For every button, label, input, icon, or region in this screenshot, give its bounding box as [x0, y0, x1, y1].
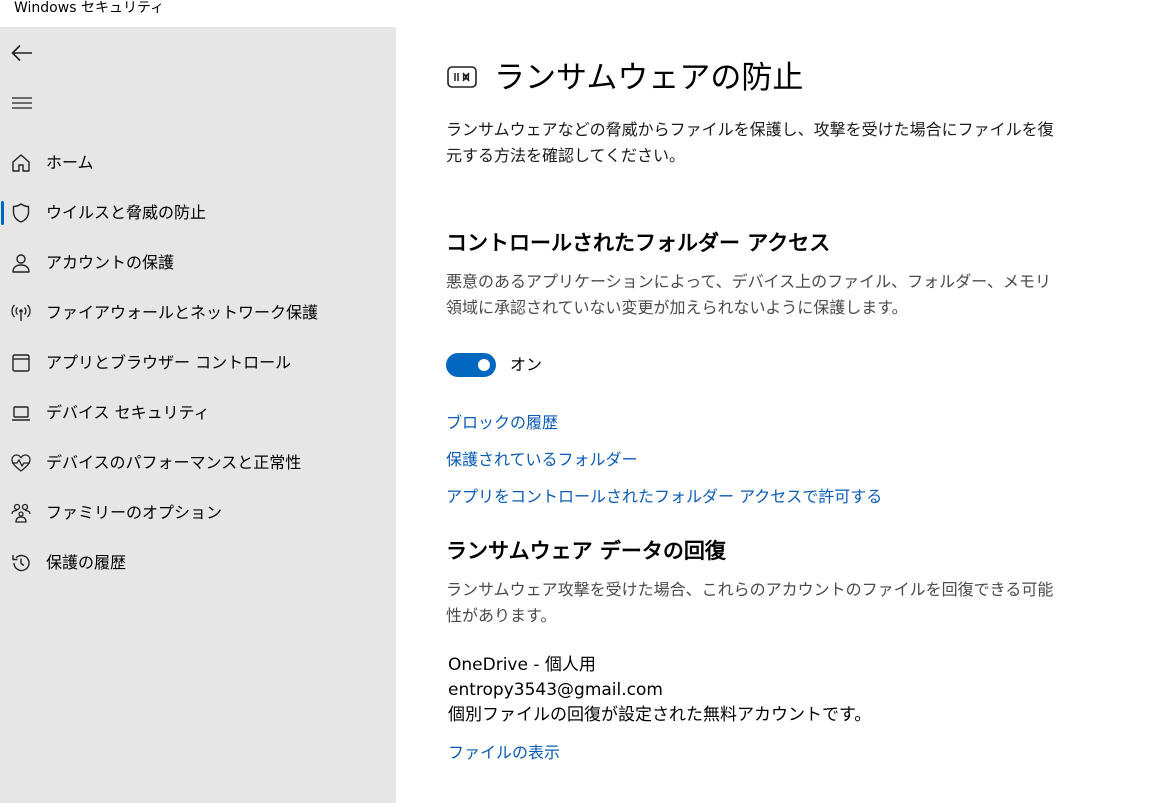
- antenna-icon: [10, 302, 32, 324]
- block-history-link[interactable]: ブロックの履歴: [446, 412, 558, 434]
- cfa-toggle-switch[interactable]: [446, 353, 496, 377]
- sidebar-item-home[interactable]: ホーム: [0, 141, 396, 185]
- sidebar-item-label: 保護の履歴: [46, 553, 127, 572]
- person-icon: [10, 252, 32, 274]
- sidebar-item-label: デバイス セキュリティ: [46, 403, 210, 422]
- sidebar-item-app-browser-control[interactable]: アプリとブラウザー コントロール: [0, 341, 396, 385]
- sidebar-item-label: ウイルスと脅威の防止: [46, 203, 207, 222]
- history-icon: [10, 552, 32, 574]
- cfa-section-description: 悪意のあるアプリケーションによって、デバイス上のファイル、フォルダー、メモリ領域…: [446, 272, 1051, 317]
- sidebar-item-label: ホーム: [46, 153, 94, 172]
- ransomware-icon: [446, 63, 478, 91]
- back-button[interactable]: [8, 39, 36, 67]
- window-title: Windows セキュリティ: [14, 0, 165, 16]
- laptop-icon: [10, 402, 32, 424]
- sidebar-item-firewall[interactable]: ファイアウォールとネットワーク保護: [0, 291, 396, 335]
- sidebar-item-protection-history[interactable]: 保護の履歴: [0, 541, 396, 585]
- account-name: OneDrive - 個人用: [448, 655, 596, 675]
- sidebar-item-label: デバイスのパフォーマンスと正常性: [46, 453, 302, 472]
- page-description: ランサムウェアなどの脅威からファイルを保護し、攻撃を受けた場合にファイルを復元す…: [446, 120, 1054, 165]
- app-window-icon: [10, 352, 32, 374]
- sidebar-item-device-security[interactable]: デバイス セキュリティ: [0, 391, 396, 435]
- sidebar-item-label: アカウントの保護: [46, 253, 175, 272]
- recovery-section-description: ランサムウェア攻撃を受けた場合、これらのアカウントのファイルを回復できる可能性が…: [446, 580, 1054, 625]
- cfa-section-title: コントロールされたフォルダー アクセス: [446, 231, 831, 255]
- allow-app-link[interactable]: アプリをコントロールされたフォルダー アクセスで許可する: [446, 486, 882, 508]
- title-bar: Windows セキュリティ: [0, 0, 1160, 27]
- recovery-section-title: ランサムウェア データの回復: [446, 539, 726, 563]
- back-arrow-icon: [11, 44, 32, 62]
- sidebar-item-label: ファミリーのオプション: [46, 503, 223, 522]
- sidebar-item-virus-protection[interactable]: ウイルスと脅威の防止: [0, 191, 396, 235]
- sidebar-item-family-options[interactable]: ファミリーのオプション: [0, 491, 396, 535]
- protected-folders-link[interactable]: 保護されているフォルダー: [446, 449, 638, 471]
- sidebar-item-label: ファイアウォールとネットワーク保護: [46, 303, 319, 322]
- sidebar-item-device-health[interactable]: デバイスのパフォーマンスと正常性: [0, 441, 396, 485]
- account-note: 個別ファイルの回復が設定された無料アカウントです。: [448, 705, 872, 725]
- menu-button[interactable]: [8, 89, 36, 117]
- sidebar: ホーム ウイルスと脅威の防止 アカウントの保護 ファイアウォールとネットワーク保…: [0, 27, 396, 803]
- sidebar-item-account-protection[interactable]: アカウントの保護: [0, 241, 396, 285]
- family-icon: [10, 502, 32, 524]
- main-content: ランサムウェアの防止 ランサムウェアなどの脅威からファイルを保護し、攻撃を受けた…: [396, 27, 1160, 803]
- heart-pulse-icon: [10, 452, 32, 474]
- sidebar-item-label: アプリとブラウザー コントロール: [46, 353, 292, 372]
- hamburger-icon: [12, 97, 32, 109]
- shield-icon: [10, 202, 32, 224]
- selection-indicator: [1, 201, 4, 225]
- account-email: entropy3543@gmail.com: [448, 680, 663, 700]
- home-icon: [10, 152, 32, 174]
- toggle-knob: [478, 359, 490, 371]
- page-title: ランサムウェアの防止: [494, 60, 804, 96]
- cfa-toggle-label: オン: [510, 355, 543, 374]
- view-files-link[interactable]: ファイルの表示: [448, 742, 560, 764]
